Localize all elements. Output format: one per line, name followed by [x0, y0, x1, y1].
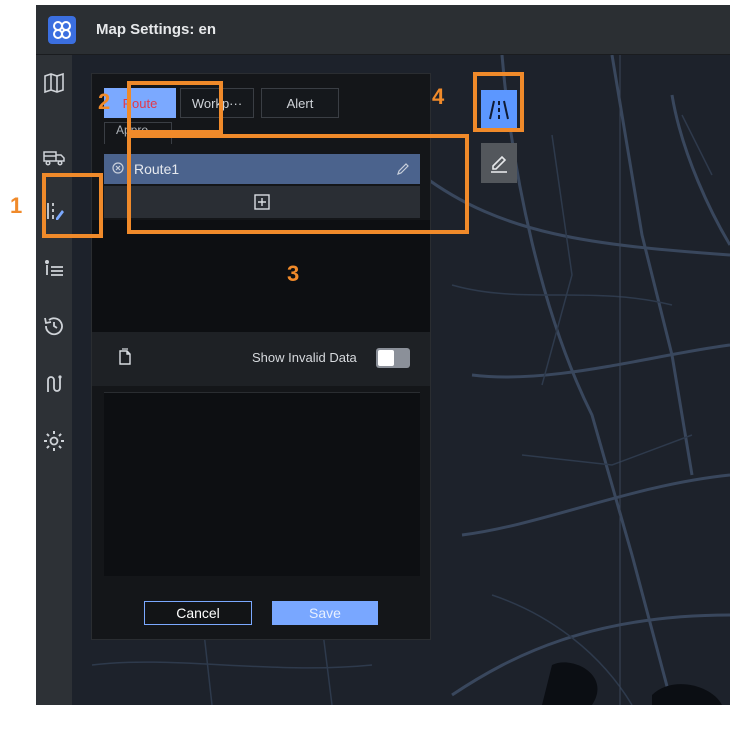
- remove-circle-icon[interactable]: [112, 162, 124, 174]
- annotation-box-2: [127, 81, 223, 134]
- path-icon: [47, 375, 62, 392]
- sidebar-item-path[interactable]: [36, 362, 72, 406]
- toggle-knob: [378, 350, 394, 366]
- annotation-label-4: 4: [432, 84, 445, 109]
- annotation-label-3: 3: [287, 261, 300, 286]
- save-button[interactable]: Save: [272, 601, 378, 625]
- sidebar-item-list[interactable]: [36, 247, 72, 291]
- show-invalid-data-toggle[interactable]: [376, 348, 410, 368]
- invalid-data-bar: Show Invalid Data: [92, 332, 430, 386]
- left-sidebar: [36, 55, 72, 705]
- screenshot: Map Settings: en Route Workp··· Alert Ap…: [0, 0, 738, 732]
- gear-icon: [44, 431, 64, 451]
- file-icon[interactable]: [118, 348, 132, 366]
- pencil-icon: [491, 155, 507, 173]
- sidebar-item-history[interactable]: [36, 304, 72, 348]
- annotation-box-3: [127, 134, 469, 234]
- annotation-box-4: [473, 72, 524, 132]
- annotation-box-1: [42, 173, 103, 238]
- show-invalid-data-label: Show Invalid Data: [252, 350, 357, 365]
- history-icon: [44, 317, 63, 336]
- tab-alert[interactable]: Alert: [261, 88, 339, 118]
- window-title: Map Settings: en: [96, 21, 217, 38]
- route-list-area: [92, 220, 430, 332]
- truck-icon: [43, 151, 65, 166]
- title-bar: Map Settings: en: [36, 5, 730, 55]
- annotation-label-1: 1: [10, 193, 23, 218]
- sidebar-item-settings[interactable]: [36, 419, 72, 463]
- sidebar-item-map[interactable]: [36, 61, 72, 105]
- app-logo-icon: [48, 16, 76, 44]
- annotation-label-2: 2: [98, 89, 111, 114]
- cancel-button[interactable]: Cancel: [144, 601, 252, 625]
- draw-tool-button[interactable]: [481, 143, 517, 183]
- list-icon: [45, 260, 63, 276]
- map-icon: [44, 72, 64, 94]
- route-detail-area: [104, 392, 420, 576]
